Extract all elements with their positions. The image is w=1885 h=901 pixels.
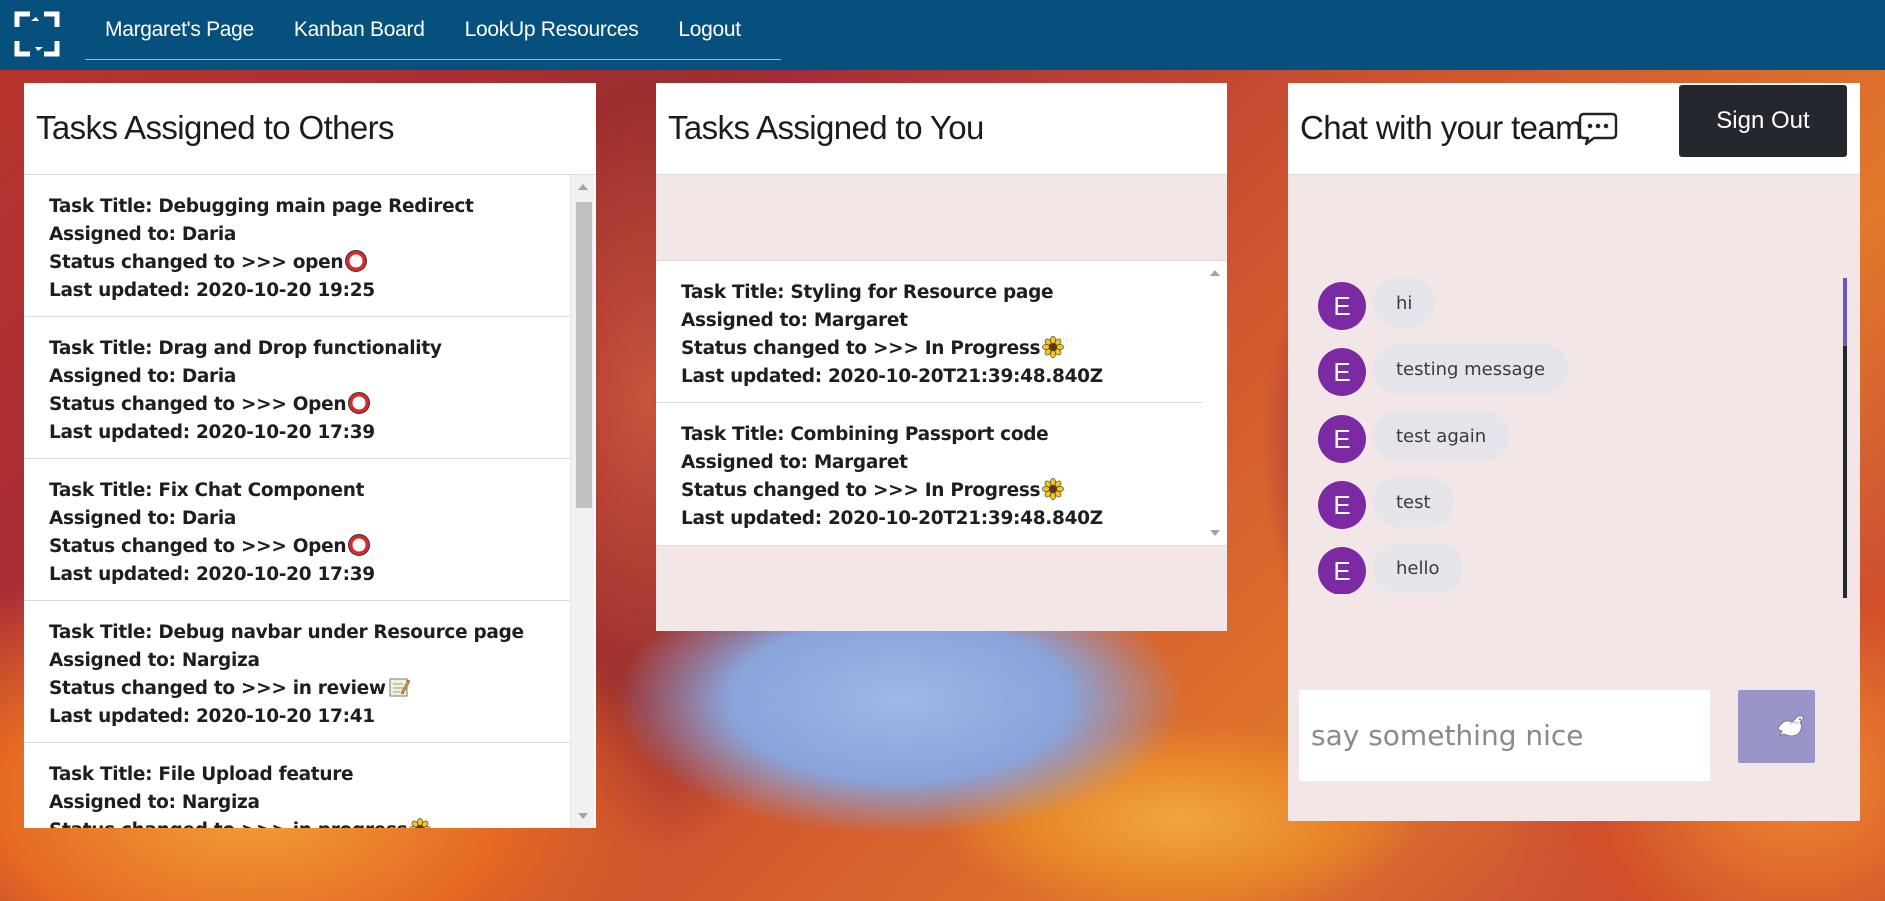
task-list-scrollbar[interactable] (570, 175, 594, 828)
task-status: Status changed to >>> Open (49, 394, 347, 415)
panel-header: Chat with your team Sign Out (1288, 83, 1860, 175)
avatar: E (1318, 348, 1366, 396)
task-title: Task Title: Debug navbar under Resource … (49, 622, 524, 643)
task-card[interactable]: Task Title: Combining Passport code Assi… (656, 403, 1227, 545)
send-button[interactable] (1738, 690, 1815, 763)
message-bubble: hi (1373, 278, 1436, 328)
message-bubble: test again (1373, 411, 1510, 461)
panel-title: Tasks Assigned to You (668, 109, 984, 146)
navbar: Margaret's Page Kanban Board LookUp Reso… (0, 0, 1885, 70)
task-card[interactable]: Task Title: Styling for Resource page As… (656, 261, 1227, 403)
task-updated: Last updated: 2020-10-20 19:25 (49, 280, 375, 301)
task-title: Task Title: Drag and Drop functionality (49, 338, 442, 359)
task-updated: Last updated: 2020-10-20 17:41 (49, 706, 375, 727)
task-list-others[interactable]: Task Title: Debugging main page Redirect… (24, 175, 594, 828)
dove-icon (1777, 715, 1805, 738)
task-title: Task Title: Combining Passport code (681, 424, 1049, 445)
sunflower-icon (1042, 478, 1065, 500)
tasks-you-panel: Tasks Assigned to You Task Title: Stylin… (656, 83, 1227, 631)
nav-link-margarets-page[interactable]: Margaret's Page (105, 18, 254, 42)
task-assignee: Assigned to: Daria (49, 508, 237, 529)
sunflower-icon (409, 818, 432, 828)
panel-title: Tasks Assigned to Others (36, 109, 395, 146)
tasks-others-panel: Tasks Assigned to Others Task Title: Deb… (24, 83, 596, 828)
chat-scrollbar[interactable] (1843, 278, 1847, 598)
task-status: Status changed to >>> in progress (49, 820, 408, 828)
task-status: Status changed to >>> in review (49, 678, 386, 699)
task-assignee: Assigned to: Nargiza (49, 650, 260, 671)
task-card[interactable]: Task Title: File Upload feature Assigned… (24, 743, 594, 828)
avatar: E (1318, 547, 1366, 594)
nav-links: Margaret's Page Kanban Board LookUp Reso… (85, 0, 781, 60)
message-input[interactable]: say something nice (1299, 690, 1710, 781)
task-card[interactable]: Task Title: Debug navbar under Resource … (24, 601, 594, 743)
speech-bubble-icon (1578, 112, 1618, 146)
task-status: Status changed to >>> Open (49, 536, 347, 557)
avatar: E (1318, 481, 1366, 529)
sunflower-icon (1042, 336, 1065, 358)
task-list-you[interactable]: Task Title: Styling for Resource page As… (656, 260, 1227, 546)
panel-header: Tasks Assigned to Others (24, 83, 596, 175)
scrollbar-thumb[interactable] (576, 202, 592, 508)
task-card[interactable]: Task Title: Debugging main page Redirect… (24, 175, 594, 317)
scroll-up-arrow-icon[interactable] (1210, 270, 1220, 276)
task-list-scrollbar[interactable] (1203, 261, 1227, 545)
nav-link-lookup-resources[interactable]: LookUp Resources (465, 18, 639, 42)
avatar: E (1318, 415, 1366, 463)
task-updated: Last updated: 2020-10-20 17:39 (49, 564, 375, 585)
panel-title: Chat with your team (1300, 109, 1583, 146)
task-title: Task Title: Fix Chat Component (49, 480, 365, 501)
red-circle-icon (348, 392, 371, 414)
nav-link-kanban-board[interactable]: Kanban Board (294, 18, 425, 42)
red-circle-icon (348, 534, 371, 556)
task-assignee: Assigned to: Daria (49, 366, 237, 387)
scroll-down-arrow-icon[interactable] (578, 813, 588, 819)
task-assignee: Assigned to: Daria (49, 224, 237, 245)
task-status-line: Status changed to >>> In Progress (681, 335, 1227, 363)
task-card[interactable]: Task Title: Drag and Drop functionality … (24, 317, 594, 459)
sign-out-button[interactable]: Sign Out (1679, 85, 1847, 157)
chat-panel: Chat with your team Sign Out E hi E test… (1288, 83, 1860, 821)
task-updated: Last updated: 2020-10-20T21:39:48.840Z (681, 366, 1103, 387)
avatar: E (1318, 282, 1366, 330)
message-bubble: hello (1373, 543, 1463, 593)
task-status-line: Status changed to >>> Open (49, 391, 594, 419)
task-status-line: Status changed to >>> Open (49, 533, 594, 561)
task-status-line: Status changed to >>> open (49, 249, 594, 277)
logo-icon[interactable] (14, 11, 60, 57)
panel-header: Tasks Assigned to You (656, 83, 1227, 175)
memo-icon (389, 678, 410, 697)
task-status: Status changed to >>> In Progress (681, 480, 1041, 501)
task-status: Status changed to >>> open (49, 252, 344, 273)
task-card[interactable]: Task Title: Fix Chat Component Assigned … (24, 459, 594, 601)
scroll-down-arrow-icon[interactable] (1210, 530, 1220, 536)
task-title: Task Title: File Upload feature (49, 764, 354, 785)
nav-link-logout[interactable]: Logout (678, 18, 741, 42)
task-updated: Last updated: 2020-10-20 17:39 (49, 422, 375, 443)
task-status: Status changed to >>> In Progress (681, 338, 1041, 359)
task-assignee: Assigned to: Nargiza (49, 792, 260, 813)
task-status-line: Status changed to >>> In Progress (681, 477, 1227, 505)
task-status-line: Status changed to >>> in review (49, 675, 594, 703)
chat-messages[interactable]: E hi E testing message E test again E te… (1288, 278, 1848, 594)
task-updated: Last updated: 2020-10-20T21:39:48.840Z (681, 508, 1103, 529)
red-circle-icon (345, 250, 368, 272)
task-title: Task Title: Debugging main page Redirect (49, 196, 474, 217)
task-assignee: Assigned to: Margaret (681, 310, 908, 331)
scrollbar-thumb[interactable] (1843, 278, 1847, 346)
task-assignee: Assigned to: Margaret (681, 452, 908, 473)
message-bubble: test (1373, 477, 1454, 527)
task-status-line: Status changed to >>> in progress (49, 817, 594, 828)
scroll-up-arrow-icon[interactable] (578, 184, 588, 190)
message-bubble: testing message (1373, 344, 1569, 394)
task-title: Task Title: Styling for Resource page (681, 282, 1054, 303)
